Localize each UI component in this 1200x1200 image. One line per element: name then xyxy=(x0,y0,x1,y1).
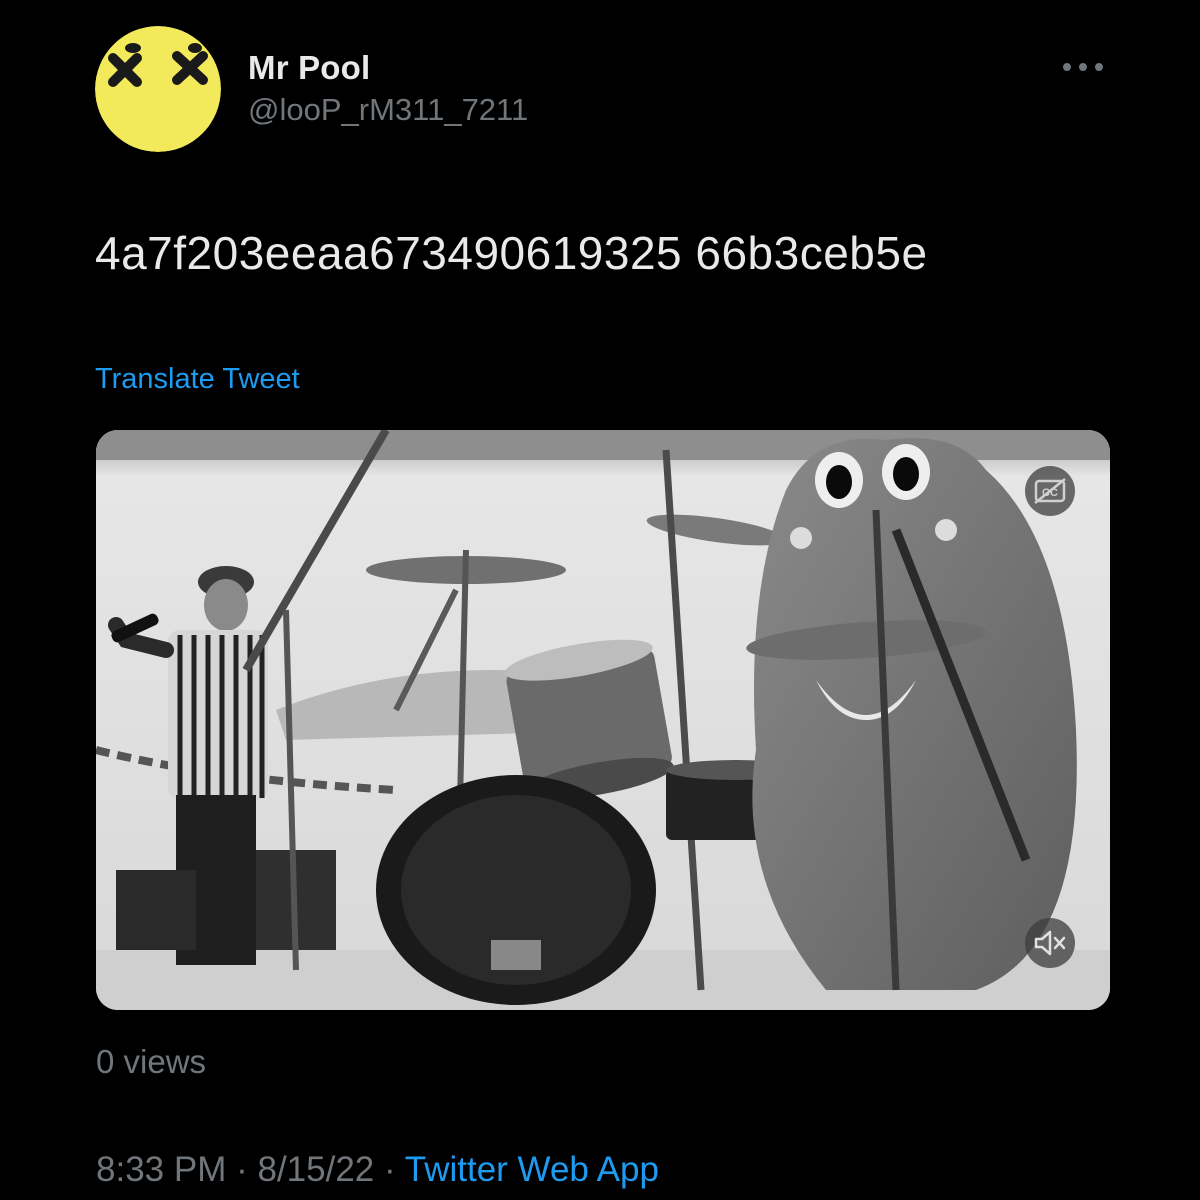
video-frame-image xyxy=(96,430,1110,1010)
tweet-source-link[interactable]: Twitter Web App xyxy=(405,1150,659,1189)
tweet-video[interactable]: CC xyxy=(96,430,1110,1010)
captions-button[interactable]: CC xyxy=(1025,466,1075,516)
user-handle[interactable]: @looP_rM311_7211 xyxy=(248,90,528,130)
tweet-date[interactable]: 8/15/22 xyxy=(257,1150,374,1189)
more-dots-icon xyxy=(1063,63,1103,71)
muted-speaker-icon xyxy=(1034,930,1066,956)
translate-tweet-link[interactable]: Translate Tweet xyxy=(95,360,300,398)
mute-button[interactable] xyxy=(1025,918,1075,968)
view-count: 0 views xyxy=(96,1043,207,1080)
avatar[interactable] xyxy=(95,26,221,152)
meta-separator: · xyxy=(384,1150,396,1189)
svg-text:CC: CC xyxy=(1042,487,1058,499)
more-options-button[interactable] xyxy=(1058,52,1108,82)
tweet-page: Mr Pool @looP_rM311_7211 4a7f203eeaa6734… xyxy=(0,0,1200,1200)
closed-captions-off-icon: CC xyxy=(1034,478,1066,504)
display-name[interactable]: Mr Pool xyxy=(248,48,528,88)
meta-separator: · xyxy=(236,1150,248,1189)
tweet-author: Mr Pool @looP_rM311_7211 xyxy=(248,48,528,130)
tweet-time[interactable]: 8:33 PM xyxy=(96,1150,226,1189)
dead-face-avatar-icon xyxy=(95,26,221,152)
tweet-text: 4a7f203eeaa673490619325 66b3ceb5e xyxy=(95,227,928,279)
tweet-meta: 8:33 PM · 8/15/22 · Twitter Web App xyxy=(96,1148,659,1192)
